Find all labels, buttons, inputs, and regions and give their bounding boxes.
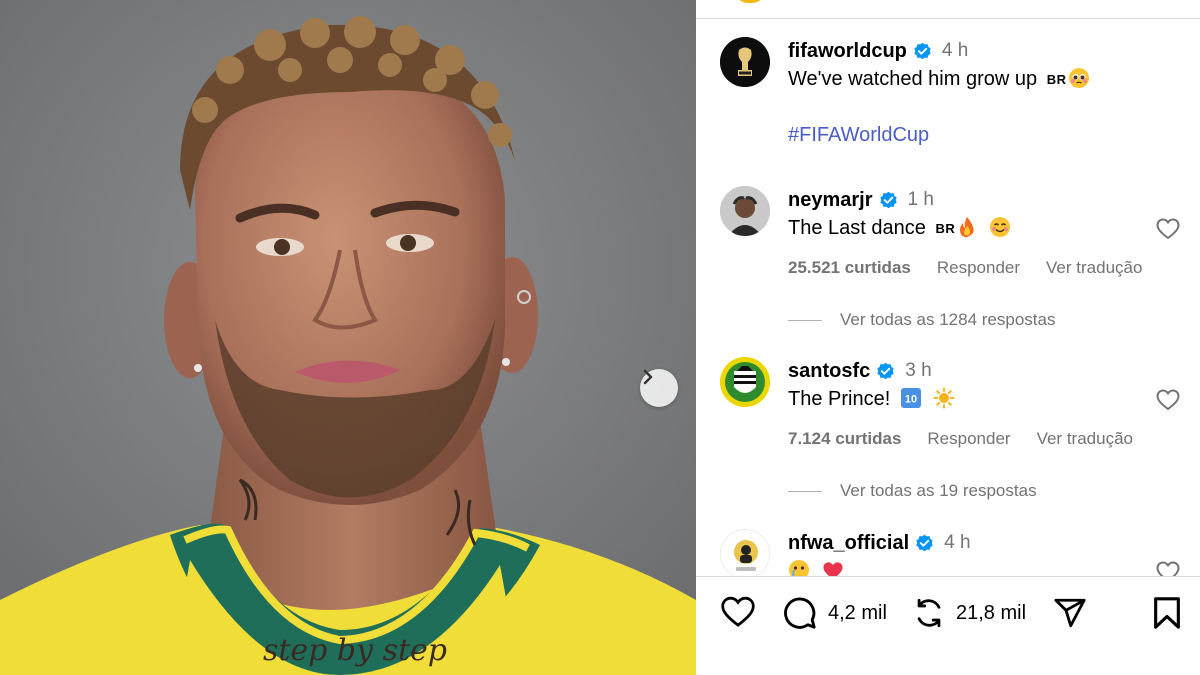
translate-button[interactable]: Ver tradução bbox=[1046, 258, 1142, 278]
caption-body: We've watched him grow up bbox=[788, 68, 1038, 90]
post-photo: step by step bbox=[0, 0, 696, 675]
comment-text: The Last dance BR bbox=[788, 214, 1180, 246]
share-button[interactable] bbox=[1052, 596, 1088, 630]
avatar[interactable] bbox=[720, 186, 770, 236]
comment-username[interactable]: nfwa_official bbox=[788, 532, 909, 555]
comment-time: 3 h bbox=[905, 360, 932, 381]
verified-badge-icon bbox=[876, 362, 895, 381]
bookmark-icon bbox=[1154, 597, 1180, 629]
santos-crest-avatar bbox=[720, 357, 770, 407]
chevron-right-icon bbox=[643, 369, 653, 385]
avatar[interactable] bbox=[720, 529, 770, 579]
comment-body: The Last dance bbox=[788, 217, 926, 239]
comment-likes: 25.521 curtidas bbox=[788, 258, 911, 277]
heart-icon bbox=[721, 596, 755, 627]
comment-username[interactable]: santosfc bbox=[788, 360, 870, 383]
view-replies-link[interactable]: Ver todas as 19 respostas bbox=[788, 481, 1037, 501]
view-replies-label: Ver todas as 19 respostas bbox=[840, 481, 1037, 500]
header-divider bbox=[696, 18, 1200, 19]
avatar[interactable] bbox=[720, 37, 770, 87]
brazil-flag: BR bbox=[935, 221, 956, 236]
caption-text: We've watched him grow up BR bbox=[788, 65, 1180, 97]
comment-likes: 7.124 curtidas bbox=[788, 429, 902, 448]
pleading-emoji-icon bbox=[1068, 67, 1090, 97]
reply-button[interactable]: Responder bbox=[927, 429, 1010, 449]
post-action-bar: 4,2 mil 21,8 mil bbox=[696, 576, 1200, 675]
verified-badge-icon bbox=[913, 42, 932, 61]
comment-button[interactable]: 4,2 mil bbox=[782, 596, 887, 630]
comment-time: 4 h bbox=[944, 532, 971, 553]
post-author[interactable]: fifaworldcup bbox=[788, 40, 907, 63]
header-avatar[interactable] bbox=[732, 0, 768, 3]
verified-badge-icon bbox=[915, 534, 934, 553]
hashtag-link[interactable]: #FIFAWorldCup bbox=[788, 124, 929, 147]
share-icon bbox=[1054, 598, 1086, 628]
smile-emoji-icon bbox=[989, 216, 1011, 246]
replies-divider bbox=[788, 319, 822, 321]
view-replies-link[interactable]: Ver todas as 1284 respostas bbox=[788, 310, 1055, 330]
comment-meta: 25.521 curtidas Responder Ver tradução bbox=[788, 258, 1180, 278]
avatar[interactable] bbox=[720, 357, 770, 407]
like-button[interactable] bbox=[720, 596, 756, 628]
brazil-flag: BR bbox=[1046, 72, 1067, 87]
comment-time: 1 h bbox=[907, 189, 934, 210]
like-comment-heart-icon[interactable] bbox=[1156, 389, 1180, 416]
player-portrait: step by step bbox=[0, 0, 696, 675]
fifa-trophy-logo bbox=[720, 37, 770, 87]
keycap-ten-icon: 10 bbox=[900, 387, 922, 417]
like-comment-heart-icon[interactable] bbox=[1156, 218, 1180, 245]
neymarjr-avatar-image bbox=[720, 186, 770, 236]
nfwa-logo-avatar bbox=[722, 531, 769, 578]
repost-icon bbox=[917, 598, 941, 628]
repost-button[interactable]: 21,8 mil bbox=[912, 596, 1026, 630]
neck-tattoo-text: step by step bbox=[263, 633, 447, 668]
comments-count: 4,2 mil bbox=[828, 601, 887, 624]
verified-badge-icon bbox=[879, 191, 898, 210]
comment-username[interactable]: neymarjr bbox=[788, 189, 873, 212]
next-photo-button[interactable] bbox=[640, 369, 678, 407]
comment-text: The Prince! 10 bbox=[788, 385, 1180, 417]
replies-divider bbox=[788, 490, 822, 492]
view-replies-label: Ver todas as 1284 respostas bbox=[840, 310, 1056, 329]
save-button[interactable] bbox=[1152, 596, 1182, 630]
comment-body: The Prince! bbox=[788, 388, 891, 410]
sun-emoji-icon bbox=[933, 387, 955, 417]
fire-emoji-icon bbox=[957, 216, 977, 246]
post-time: 4 h bbox=[941, 40, 969, 61]
comment-icon bbox=[784, 597, 816, 629]
comments-panel: fifaworldcup 4 h We've watched him grow … bbox=[696, 0, 1200, 675]
reposts-count: 21,8 mil bbox=[956, 601, 1027, 624]
reply-button[interactable]: Responder bbox=[937, 258, 1020, 278]
action-bar-divider bbox=[696, 576, 1200, 577]
comment-meta: 7.124 curtidas Responder Ver tradução bbox=[788, 429, 1180, 449]
svg-text:10: 10 bbox=[905, 394, 917, 406]
translate-button[interactable]: Ver tradução bbox=[1037, 429, 1133, 449]
